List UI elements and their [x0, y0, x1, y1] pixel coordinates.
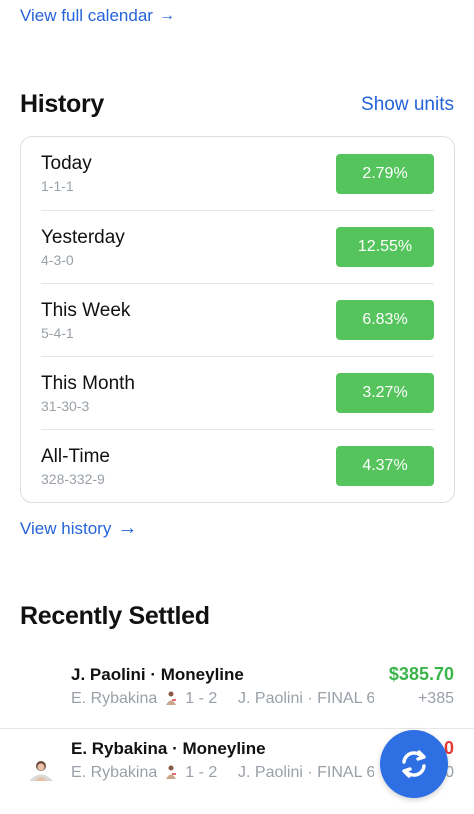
show-units-button[interactable]: Show units	[361, 94, 454, 116]
view-full-calendar-label: View full calendar	[20, 6, 153, 25]
history-row-value-badge: 12.55%	[336, 227, 434, 267]
opponent-name: E. Rybakina	[71, 764, 158, 781]
settled-bet-title: J. Paolini · Moneyline	[71, 665, 244, 684]
history-row-label: Today	[41, 153, 92, 174]
history-title: History	[20, 90, 105, 118]
history-row-value-badge: 6.83%	[336, 300, 434, 340]
payout-amount: $385.70	[388, 664, 454, 684]
history-row-yesterday[interactable]: Yesterday 4-3-0 12.55%	[41, 210, 434, 283]
history-row-this-week[interactable]: This Week 5-4-1 6.83%	[41, 283, 434, 356]
view-history-link[interactable]: View history →	[20, 517, 137, 540]
recently-settled-title: Recently Settled	[20, 602, 210, 630]
history-row-value-badge: 2.79%	[336, 153, 434, 194]
history-row-record: 5-4-1	[41, 324, 74, 341]
settled-bet-row[interactable]: J. Paolini · Moneyline E. Rybakina 1 - 2…	[0, 655, 474, 737]
game-status: J. Paolini · FINAL 6/	[238, 690, 374, 707]
settled-bet-title: E. Rybakina · Moneyline	[71, 739, 266, 758]
history-header: History Show units	[20, 90, 454, 119]
player-avatar-icon	[166, 765, 177, 779]
opponent-name: E. Rybakina	[71, 690, 158, 707]
score: 1 - 2	[185, 690, 218, 707]
history-row-label: Yesterday	[41, 226, 125, 248]
player-avatar-icon	[29, 761, 53, 781]
history-row-today[interactable]: Today 1-1-1 2.79%	[41, 137, 434, 210]
units-result: +385	[417, 690, 454, 707]
history-row-label: This Month	[41, 372, 135, 394]
history-row-all-time[interactable]: All-Time 328-332-9 4.37%	[41, 429, 434, 502]
score: 1 - 2	[185, 764, 218, 781]
player-avatar-icon	[166, 691, 177, 705]
history-row-label: This Week	[41, 299, 131, 321]
history-row-record: 328-332-9	[41, 470, 105, 487]
history-row-record: 4-3-0	[41, 251, 74, 268]
history-row-value-badge: 4.37%	[336, 446, 434, 486]
history-row-value-badge: 3.27%	[336, 373, 434, 413]
view-full-calendar-link[interactable]: View full calendar →	[20, 6, 175, 26]
history-row-this-month[interactable]: This Month 31-30-3 3.27%	[41, 356, 434, 429]
history-card: Today 1-1-1 2.79% Yesterday 4-3-0 12.55%…	[20, 136, 455, 503]
history-row-label: All-Time	[41, 445, 110, 467]
history-row-record: 1-1-1	[41, 178, 74, 194]
game-status: J. Paolini · FINAL 6/	[238, 764, 374, 781]
arrow-right-icon: →	[117, 517, 138, 539]
settled-bet-score: E. Rybakina 1 - 2	[71, 690, 217, 708]
arrow-right-icon: →	[158, 7, 175, 24]
settled-bet-score: E. Rybakina 1 - 2	[71, 764, 217, 782]
history-row-record: 31-30-3	[41, 397, 90, 414]
refresh-icon	[402, 750, 426, 778]
view-history-label: View history	[20, 518, 112, 538]
refresh-button[interactable]	[380, 730, 448, 798]
